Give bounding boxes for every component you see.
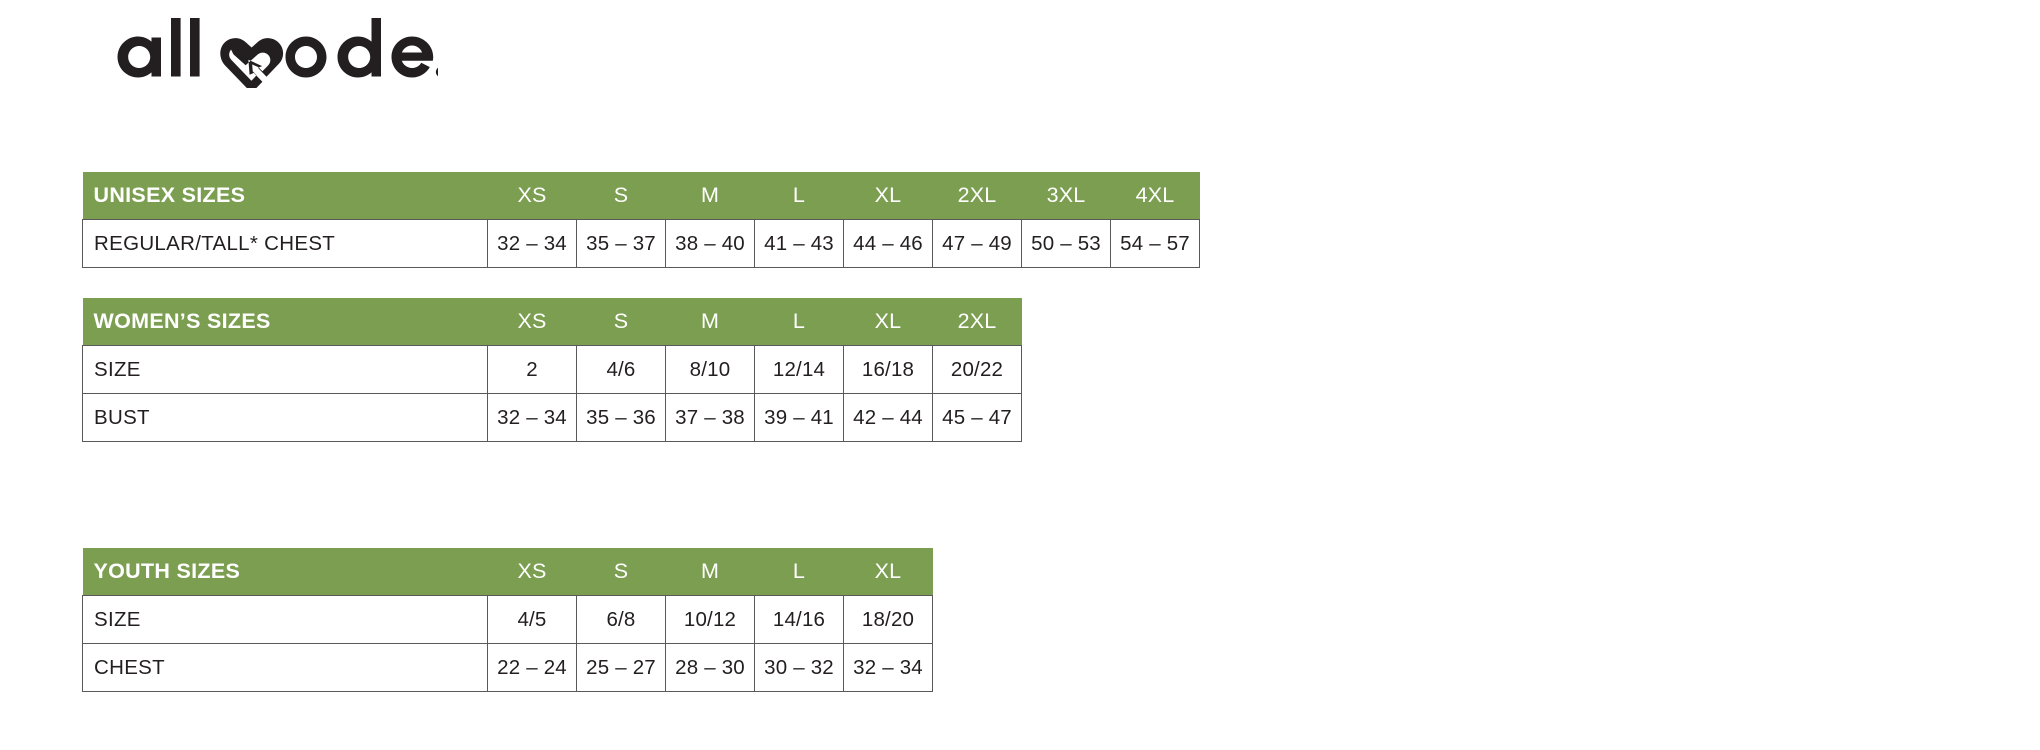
measurement-value: 54 – 57	[1110, 219, 1200, 268]
size-column-header: 3XL	[1046, 183, 1086, 207]
measurement-label: SIZE	[82, 595, 488, 644]
size-column-header: XS	[517, 183, 547, 207]
measurement-value: 32 – 34	[487, 393, 577, 442]
measurement-value: 18/20	[843, 595, 933, 644]
table-row: REGULAR/TALL* CHEST 32 – 34 35 – 37 38 – 40…	[82, 219, 1200, 268]
measurement-label: REGULAR/TALL* CHEST	[82, 219, 488, 268]
table-row: SIZE 4/5 6/8 10/12 14/16 18/20	[82, 595, 933, 644]
measurement-value: 37 – 38	[665, 393, 755, 442]
size-column-header: XS	[517, 559, 547, 583]
size-column-header: 2XL	[957, 183, 997, 207]
table-unisex: UNISEX SIZES XS S M L XL 2XL 3XL 4XL REGULAR/TALL…	[82, 172, 1200, 268]
size-column-header: XS	[517, 309, 547, 333]
table-row: CHEST 22 – 24 25 – 27 28 – 30 30 – 32 32 – 34	[82, 643, 933, 692]
table-title-youth: YOUTH SIZES	[93, 559, 241, 583]
size-table-youth: YOUTH SIZES XS S M L XL SIZE 4/5 6/8 10/12 14/16 18…	[82, 548, 933, 692]
table-row: BUST 32 – 34 35 – 36 37 – 38 39 – 41 42 – 44 4…	[82, 393, 1022, 442]
measurement-value: 14/16	[754, 595, 844, 644]
size-column-header: XL	[874, 183, 902, 207]
size-column-header: L	[792, 559, 806, 583]
size-column-header: S	[613, 559, 629, 583]
measurement-value: 20/22	[932, 345, 1022, 394]
size-column-header: M	[700, 559, 720, 583]
size-column-header: S	[613, 183, 629, 207]
table-header-row: YOUTH SIZES XS S M L XL	[82, 548, 933, 596]
measurement-value: 25 – 27	[576, 643, 666, 692]
table-youth: YOUTH SIZES XS S M L XL SIZE 4/5 6/8 10/12 14/16 18…	[82, 548, 933, 692]
allmade-logo	[108, 16, 438, 88]
size-table-womens: WOMEN’S SIZES XS S M L XL 2XL SIZE 2 4/6 8/10 12/14…	[82, 298, 1022, 442]
table-row: SIZE 2 4/6 8/10 12/14 16/18 20/22	[82, 345, 1022, 394]
measurement-value: 8/10	[665, 345, 755, 394]
size-column-header: S	[613, 309, 629, 333]
measurement-value: 42 – 44	[843, 393, 933, 442]
measurement-value: 32 – 34	[843, 643, 933, 692]
measurement-value: 50 – 53	[1021, 219, 1111, 268]
size-column-header: 2XL	[957, 309, 997, 333]
table-header-row: UNISEX SIZES XS S M L XL 2XL 3XL 4XL	[82, 172, 1200, 220]
measurement-value: 4/6	[576, 345, 666, 394]
size-chart-page: UNISEX SIZES XS S M L XL 2XL 3XL 4XL REGULAR/TALL…	[0, 0, 2040, 750]
size-column-header: XL	[874, 309, 902, 333]
table-womens: WOMEN’S SIZES XS S M L XL 2XL SIZE 2 4/6 8/10 12/14…	[82, 298, 1022, 442]
measurement-value: 10/12	[665, 595, 755, 644]
measurement-value: 4/5	[487, 595, 577, 644]
measurement-value: 32 – 34	[487, 219, 577, 268]
measurement-value: 35 – 37	[576, 219, 666, 268]
measurement-value: 28 – 30	[665, 643, 755, 692]
measurement-value: 38 – 40	[665, 219, 755, 268]
measurement-label: CHEST	[82, 643, 488, 692]
measurement-value: 47 – 49	[932, 219, 1022, 268]
allmade-heart-arrow-logo	[117, 18, 438, 88]
table-title-unisex: UNISEX SIZES	[93, 183, 246, 207]
measurement-value: 6/8	[576, 595, 666, 644]
measurement-value: 30 – 32	[754, 643, 844, 692]
size-column-header: M	[700, 183, 720, 207]
size-column-header: XL	[874, 559, 902, 583]
size-column-header: M	[700, 309, 720, 333]
measurement-value: 41 – 43	[754, 219, 844, 268]
size-column-header: L	[792, 309, 806, 333]
table-header-row: WOMEN’S SIZES XS S M L XL 2XL	[82, 298, 1022, 346]
measurement-value: 45 – 47	[932, 393, 1022, 442]
measurement-value: 2	[487, 345, 577, 394]
measurement-value: 44 – 46	[843, 219, 933, 268]
table-title-womens: WOMEN’S SIZES	[93, 309, 271, 333]
measurement-label: BUST	[82, 393, 488, 442]
measurement-value: 12/14	[754, 345, 844, 394]
measurement-label: SIZE	[82, 345, 488, 394]
measurement-value: 22 – 24	[487, 643, 577, 692]
size-table-unisex: UNISEX SIZES XS S M L XL 2XL 3XL 4XL REGULAR/TALL…	[82, 172, 1200, 268]
measurement-value: 16/18	[843, 345, 933, 394]
size-column-header: L	[792, 183, 806, 207]
measurement-value: 35 – 36	[576, 393, 666, 442]
measurement-value: 39 – 41	[754, 393, 844, 442]
size-column-header: 4XL	[1135, 183, 1175, 207]
